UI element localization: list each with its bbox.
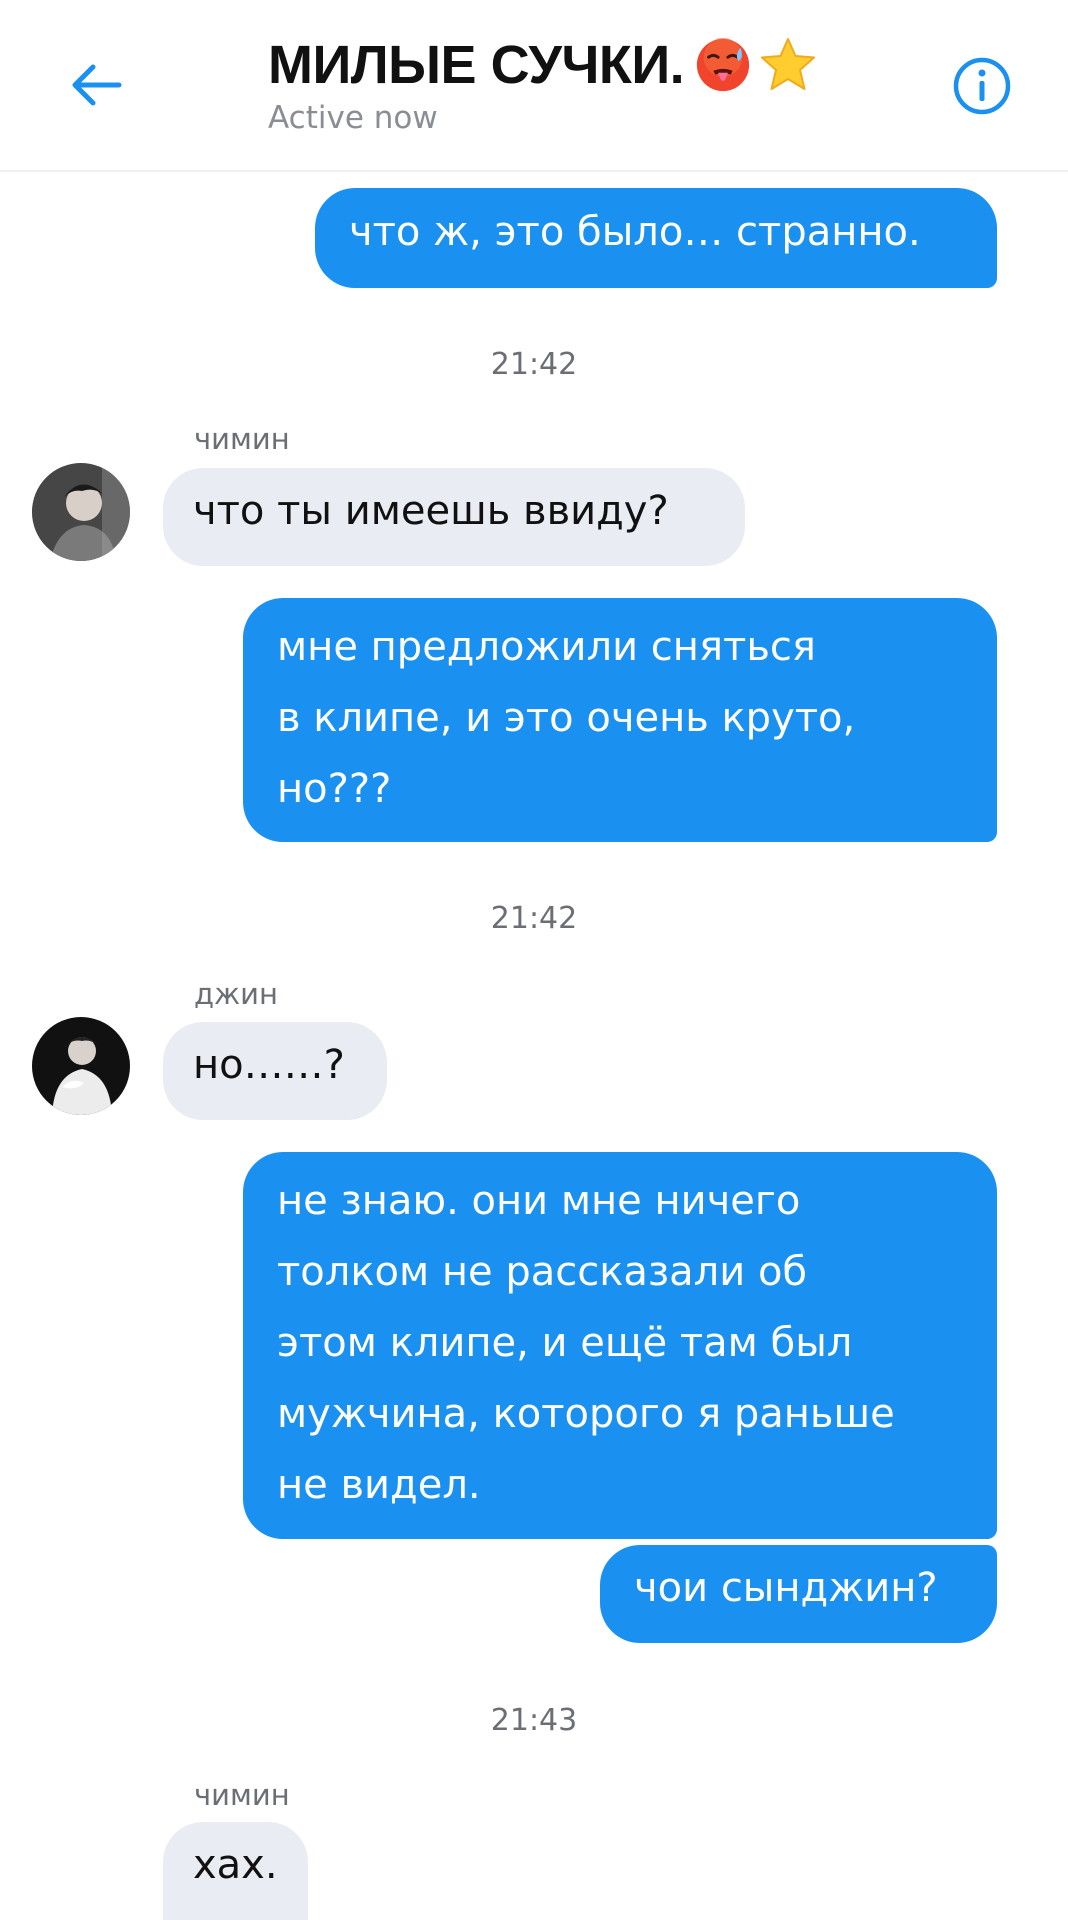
- message-line: в клипе, и это очень круто,: [277, 695, 856, 741]
- message-line: не знаю. они мне ничего: [277, 1178, 801, 1224]
- message-outgoing[interactable]: чои сынджин?: [600, 1545, 997, 1643]
- arrow-left-icon: [72, 64, 122, 106]
- info-button[interactable]: [952, 56, 1012, 116]
- info-circle-icon: [953, 57, 1011, 115]
- avatar[interactable]: [32, 463, 130, 561]
- hot-face-emoji-icon: [697, 37, 750, 92]
- sender-name: джин: [194, 977, 278, 1011]
- timestamp: 21:42: [490, 347, 578, 382]
- message-incoming[interactable]: что ты имеешь ввиду?: [163, 468, 745, 566]
- message-outgoing[interactable]: что ж, это было… странно.: [315, 188, 997, 288]
- message-incoming[interactable]: но……?: [163, 1022, 387, 1120]
- chat-title: МИЛЫЕ СУЧКИ.: [268, 35, 685, 95]
- message-line: мужчина, которого я раньше: [277, 1391, 895, 1437]
- message-line: мне предложили сняться: [277, 624, 816, 670]
- message-line: не видел.: [277, 1462, 481, 1508]
- avatar[interactable]: [32, 1017, 130, 1115]
- message-outgoing[interactable]: не знаю. они мне ничего толком не расска…: [243, 1152, 997, 1539]
- avatar-image-icon: [32, 1017, 130, 1115]
- star-emoji-icon: [761, 38, 816, 90]
- timestamp: 21:42: [490, 901, 578, 936]
- message-outgoing[interactable]: мне предложили сняться в клипе, и это оч…: [243, 598, 997, 842]
- chat-header: МИЛЫЕ СУЧКИ. Active now: [0, 0, 1068, 172]
- message-line: толком не рассказали об: [277, 1249, 808, 1295]
- message-line: но???: [277, 766, 392, 812]
- avatar-image-icon: [32, 463, 130, 561]
- active-status: Active now: [268, 100, 438, 136]
- message-incoming[interactable]: хах.: [163, 1822, 308, 1920]
- timestamp: 21:43: [490, 1703, 578, 1738]
- sender-name: чимин: [194, 422, 290, 456]
- sender-name: чимин: [194, 1778, 290, 1812]
- chat-title-block[interactable]: МИЛЫЕ СУЧКИ. Active now: [268, 30, 828, 136]
- message-line: этом клипе, и ещё там был: [277, 1320, 853, 1366]
- back-button[interactable]: [62, 52, 128, 118]
